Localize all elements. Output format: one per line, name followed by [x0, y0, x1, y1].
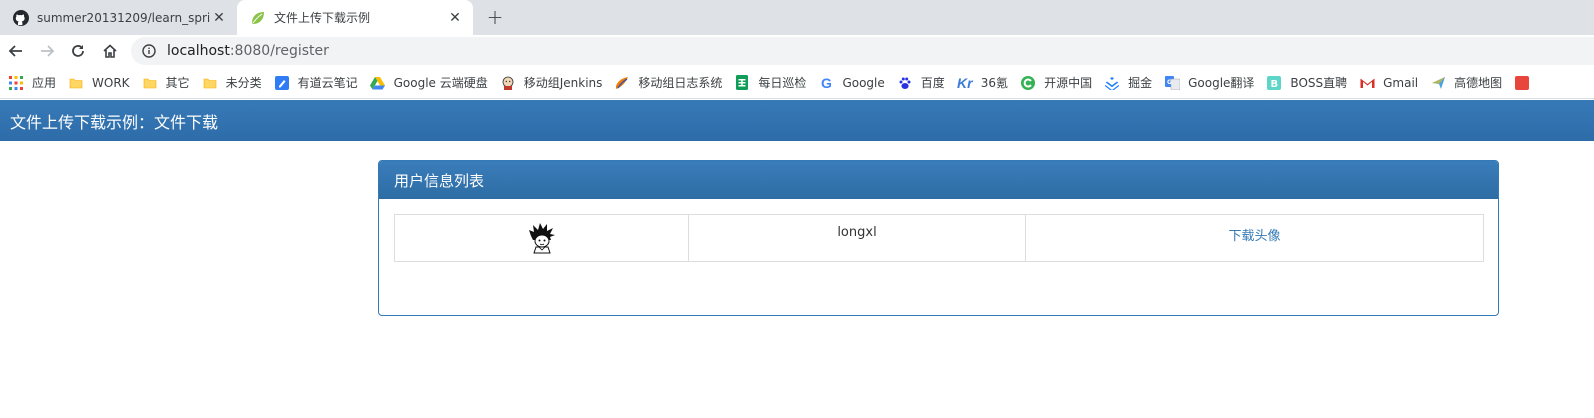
download-avatar-link[interactable]: 下载头像	[1228, 229, 1280, 244]
tab-title: 文件上传下载示例	[274, 11, 371, 25]
log-system-icon	[614, 75, 630, 91]
forward-arrow-icon[interactable]	[35, 39, 59, 63]
tab-close-icon[interactable]: ✕	[211, 10, 227, 26]
boss-icon: B	[1266, 75, 1282, 91]
bookmark-folder-work[interactable]: WORK	[68, 70, 138, 96]
folder-icon	[142, 75, 158, 91]
bookmark-juejin[interactable]: 掘金	[1104, 70, 1160, 96]
address-bar[interactable]: localhost:8080/register	[131, 37, 1594, 65]
bookmark-label: 36氪	[980, 76, 1009, 90]
back-arrow-icon[interactable]	[4, 39, 28, 63]
bookmark-google-translate[interactable]: G Google翻译	[1164, 70, 1262, 96]
oschina-icon	[1020, 75, 1036, 91]
google-icon: G	[820, 74, 832, 91]
google-translate-icon: G	[1164, 75, 1180, 91]
user-table: longxl 下载头像	[394, 214, 1484, 262]
user-info-panel: 用户信息列表 longxl 下载头像	[378, 160, 1499, 316]
reload-icon[interactable]	[66, 39, 90, 63]
panel-title: 用户信息列表	[394, 171, 485, 190]
bookmark-partial-icon	[1514, 75, 1530, 91]
bookmark-google[interactable]: G Google	[818, 70, 892, 96]
bookmark-label: 其它	[165, 76, 190, 90]
bookmark-folder-unsorted[interactable]: 未分类	[202, 70, 270, 96]
github-icon	[12, 9, 29, 26]
bookmark-label: 开源中国	[1044, 76, 1093, 90]
bookmark-label: BOSS直聘	[1290, 76, 1348, 90]
bookmark-label: 移动组日志系统	[638, 76, 723, 90]
url-path: :8080/register	[229, 43, 329, 59]
bookmark-youdao-note[interactable]: 有道云笔记	[274, 70, 366, 96]
kr36-icon: Kr	[957, 74, 973, 91]
tab-title: summer20131209/learn_sprin	[37, 10, 211, 25]
gmail-icon	[1359, 75, 1375, 91]
bookmark-label: 高德地图	[1454, 76, 1503, 90]
new-tab-plus-icon[interactable]: +	[484, 5, 506, 29]
google-drive-icon	[370, 75, 386, 91]
bookmark-label: Google 云端硬盘	[393, 76, 488, 90]
amap-icon	[1430, 75, 1446, 91]
bookmark-log-system[interactable]: 移动组日志系统	[614, 70, 730, 96]
spring-leaf-icon	[249, 9, 266, 26]
bookmark-36kr[interactable]: Kr 36氪	[957, 70, 1016, 96]
bookmark-label: Google	[842, 75, 885, 90]
table-row: longxl 下载头像	[394, 214, 1484, 262]
bookmark-jenkins[interactable]: 移动组Jenkins	[500, 70, 611, 96]
tab-active-page[interactable]: 文件上传下载示例 ✕	[237, 0, 473, 35]
bookmark-baidu[interactable]: 百度	[897, 70, 953, 96]
tab-close-icon[interactable]: ✕	[447, 10, 463, 26]
bookmark-gmail[interactable]: Gmail	[1359, 70, 1426, 96]
bookmark-label: Google翻译	[1188, 76, 1255, 90]
page-title: 文件上传下载示例：文件下载	[10, 112, 219, 132]
sheets-icon	[734, 75, 750, 91]
bookmark-google-drive[interactable]: Google 云端硬盘	[370, 70, 496, 96]
bookmark-label: WORK	[92, 75, 130, 90]
avatar-cell	[394, 214, 689, 262]
panel-body: longxl 下载头像	[379, 199, 1498, 277]
bookmark-folder-other[interactable]: 其它	[142, 70, 198, 96]
panel-heading: 用户信息列表	[379, 161, 1498, 199]
address-url: localhost:8080/register	[167, 43, 329, 59]
bookmark-daily-check[interactable]: 每日巡检	[734, 70, 814, 96]
page-header-bar: 文件上传下载示例：文件下载	[0, 100, 1594, 141]
username-cell: longxl	[688, 214, 1026, 262]
youdao-note-icon	[274, 75, 290, 91]
info-icon[interactable]	[141, 43, 157, 59]
goku-avatar-icon	[527, 222, 557, 254]
folder-icon	[202, 75, 218, 91]
baidu-paw-icon	[897, 75, 913, 91]
bookmark-oschina[interactable]: 开源中国	[1020, 70, 1100, 96]
download-cell: 下载头像	[1025, 214, 1484, 262]
browser-toolbar: localhost:8080/register	[0, 35, 1594, 67]
tab-github-repo[interactable]: summer20131209/learn_sprin ✕	[0, 0, 237, 35]
svg-text:G: G	[1167, 79, 1172, 86]
svg-text:B: B	[1271, 79, 1279, 90]
bookmark-apps[interactable]: 应用	[8, 70, 64, 96]
bookmark-amap[interactable]: 高德地图	[1430, 70, 1510, 96]
bookmark-label: Gmail	[1383, 75, 1419, 90]
url-host: localhost	[167, 43, 230, 59]
bookmark-label: 掘金	[1128, 76, 1153, 90]
folder-icon	[68, 75, 84, 91]
bookmark-label: 每日巡检	[758, 76, 807, 90]
bookmark-label: 移动组Jenkins	[523, 76, 603, 90]
bookmark-label: 百度	[920, 76, 945, 90]
bookmarks-bar: 应用 WORK 其它 未分类 有道云笔记 Google 云端硬盘 移动组Jenk…	[0, 67, 1594, 99]
bookmark-boss[interactable]: B BOSS直聘	[1266, 70, 1355, 96]
home-icon[interactable]	[98, 39, 122, 63]
bookmark-label: 应用	[32, 76, 57, 90]
bookmark-label: 未分类	[225, 76, 262, 90]
bookmark-label: 有道云笔记	[297, 76, 358, 90]
tab-strip: summer20131209/learn_sprin ✕ 文件上传下载示例 ✕ …	[0, 0, 1594, 35]
jenkins-icon	[500, 75, 516, 91]
bookmark-overflow[interactable]	[1514, 70, 1546, 96]
juejin-icon	[1104, 75, 1120, 91]
apps-grid-icon	[8, 75, 24, 91]
